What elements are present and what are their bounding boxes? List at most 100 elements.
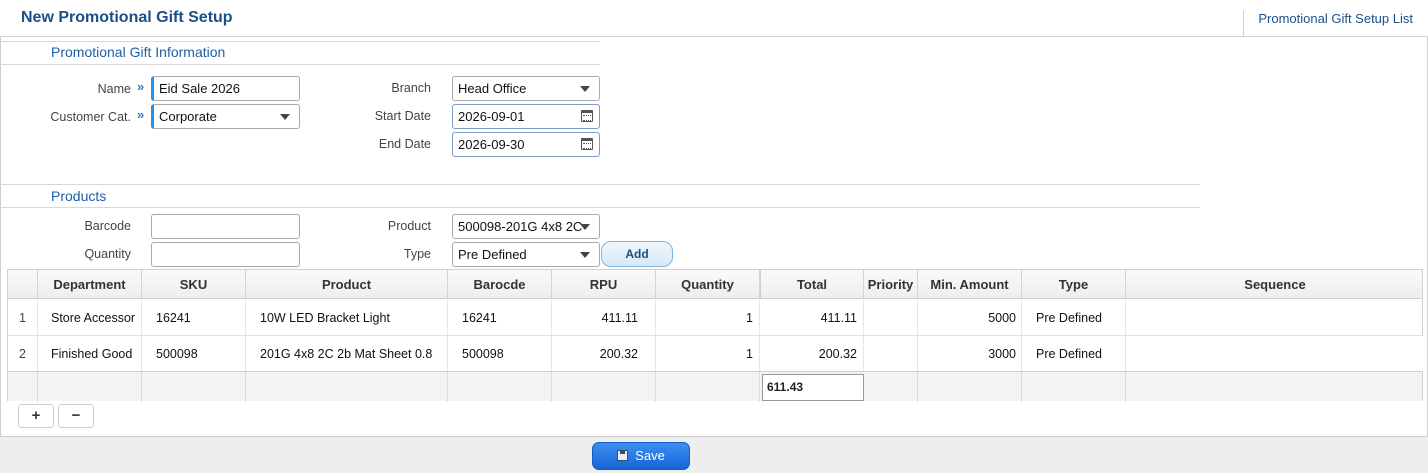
end-date-value: 2026-09-30 (458, 137, 525, 152)
row-number: 1 (8, 300, 38, 335)
cell-quantity[interactable]: 1 (656, 300, 760, 335)
cell-type[interactable]: Pre Defined (1022, 300, 1126, 335)
end-date-label: End Date (378, 137, 431, 151)
required-marker-icon: » (137, 79, 145, 94)
remove-row-button[interactable]: − (58, 404, 94, 428)
name-label: Name (97, 82, 131, 96)
barcode-label: Barcode (84, 219, 131, 233)
cell-priority[interactable] (864, 336, 918, 371)
chevron-down-icon (580, 86, 590, 92)
floppy-disk-icon (617, 450, 629, 461)
cell-barcode[interactable]: 500098 (448, 336, 552, 371)
column-header-min-amount[interactable]: Min. Amount (918, 270, 1022, 299)
chevron-down-icon (580, 224, 590, 230)
cell-total: 200.32 (760, 336, 864, 371)
section-divider (0, 64, 600, 65)
section-divider (0, 41, 600, 42)
customer-cat-value: Corporate (159, 109, 217, 124)
cell-type[interactable]: Pre Defined (1022, 336, 1126, 371)
cell-product[interactable]: 10W LED Bracket Light (246, 300, 448, 335)
type-label: Type (403, 247, 431, 261)
summary-cell (1022, 372, 1126, 402)
save-button-label: Save (635, 448, 665, 463)
customer-cat-select[interactable]: Corporate (151, 104, 300, 129)
table-summary-row: 611.43 (8, 371, 1422, 402)
cell-rpu[interactable]: 411.11 (552, 300, 656, 335)
column-header-total[interactable]: Total (760, 270, 864, 299)
quantity-input[interactable] (151, 242, 300, 267)
barcode-input[interactable] (151, 214, 300, 239)
row-number: 2 (8, 336, 38, 371)
cell-priority[interactable] (864, 300, 918, 335)
footer-bar (0, 436, 1428, 473)
column-header-priority[interactable]: Priority (864, 270, 918, 299)
calendar-icon[interactable] (581, 110, 593, 122)
summary-cell (8, 372, 38, 402)
summary-cell (246, 372, 448, 402)
cell-rpu[interactable]: 200.32 (552, 336, 656, 371)
cell-sku[interactable]: 16241 (142, 300, 246, 335)
product-select[interactable]: 500098-201G 4x8 2C (452, 214, 600, 239)
summary-cell (142, 372, 246, 402)
calendar-icon[interactable] (581, 138, 593, 150)
table-row[interactable]: 2 Finished Good 500098 201G 4x8 2C 2b Ma… (8, 336, 1424, 372)
products-table: Department SKU Product Barocde RPU Quant… (7, 269, 1424, 402)
table-header: Department SKU Product Barocde RPU Quant… (8, 270, 1422, 299)
product-value: 500098-201G 4x8 2C (458, 219, 583, 234)
column-header-department[interactable]: Department (38, 270, 142, 299)
page-title: New Promotional Gift Setup (21, 9, 233, 26)
cell-quantity[interactable]: 1 (656, 336, 760, 371)
save-button[interactable]: Save (592, 442, 690, 470)
column-header-sequence[interactable]: Sequence (1126, 270, 1424, 299)
cell-department[interactable]: Store Accessor (38, 300, 142, 335)
cell-sku[interactable]: 500098 (142, 336, 246, 371)
product-label: Product (387, 219, 431, 233)
cell-total: 411.11 (760, 300, 864, 335)
section-divider (0, 184, 1200, 185)
setup-list-link[interactable]: Promotional Gift Setup List (1243, 10, 1413, 36)
add-row-button[interactable]: + (18, 404, 54, 428)
column-header-rpu[interactable]: RPU (552, 270, 656, 299)
summary-cell (864, 372, 918, 402)
top-bar: New Promotional Gift Setup Promotional G… (0, 0, 1428, 37)
column-header-quantity[interactable]: Quantity (656, 270, 760, 299)
quantity-label: Quantity (84, 247, 131, 261)
customer-cat-label: Customer Cat. (50, 110, 131, 124)
start-date-input[interactable]: 2026-09-01 (452, 104, 600, 129)
cell-product[interactable]: 201G 4x8 2C 2b Mat Sheet 0.8 (246, 336, 448, 371)
cell-sequence[interactable] (1126, 300, 1424, 335)
type-select[interactable]: Pre Defined (452, 242, 600, 267)
row-number-header (8, 270, 38, 299)
add-product-button[interactable]: Add (601, 241, 673, 267)
cell-min-amount[interactable]: 3000 (918, 336, 1022, 371)
start-date-value: 2026-09-01 (458, 109, 525, 124)
required-marker-icon: » (137, 107, 145, 122)
end-date-input[interactable]: 2026-09-30 (452, 132, 600, 157)
cell-min-amount[interactable]: 5000 (918, 300, 1022, 335)
type-value: Pre Defined (458, 247, 527, 262)
summary-cell (38, 372, 142, 402)
start-date-label: Start Date (374, 109, 431, 123)
summary-cell (656, 372, 760, 402)
section-divider (0, 207, 1200, 208)
column-header-barcode[interactable]: Barocde (448, 270, 552, 299)
products-section-title: Products (51, 188, 107, 204)
branch-value: Head Office (458, 81, 527, 96)
info-section-title: Promotional Gift Information (51, 44, 226, 60)
column-header-product[interactable]: Product (246, 270, 448, 299)
name-input[interactable]: Eid Sale 2026 (151, 76, 300, 101)
cell-sequence[interactable] (1126, 336, 1424, 371)
cell-barcode[interactable]: 16241 (448, 300, 552, 335)
table-row[interactable]: 1 Store Accessor 16241 10W LED Bracket L… (8, 300, 1422, 336)
summary-cell (918, 372, 1022, 402)
chevron-down-icon (580, 252, 590, 258)
chevron-down-icon (280, 114, 290, 120)
summary-cell (552, 372, 656, 402)
cell-department[interactable]: Finished Good (38, 336, 142, 371)
column-header-sku[interactable]: SKU (142, 270, 246, 299)
summary-cell (448, 372, 552, 402)
branch-label: Branch (391, 81, 431, 95)
column-header-type[interactable]: Type (1022, 270, 1126, 299)
grand-total-value: 611.43 (762, 374, 864, 401)
branch-select[interactable]: Head Office (452, 76, 600, 101)
